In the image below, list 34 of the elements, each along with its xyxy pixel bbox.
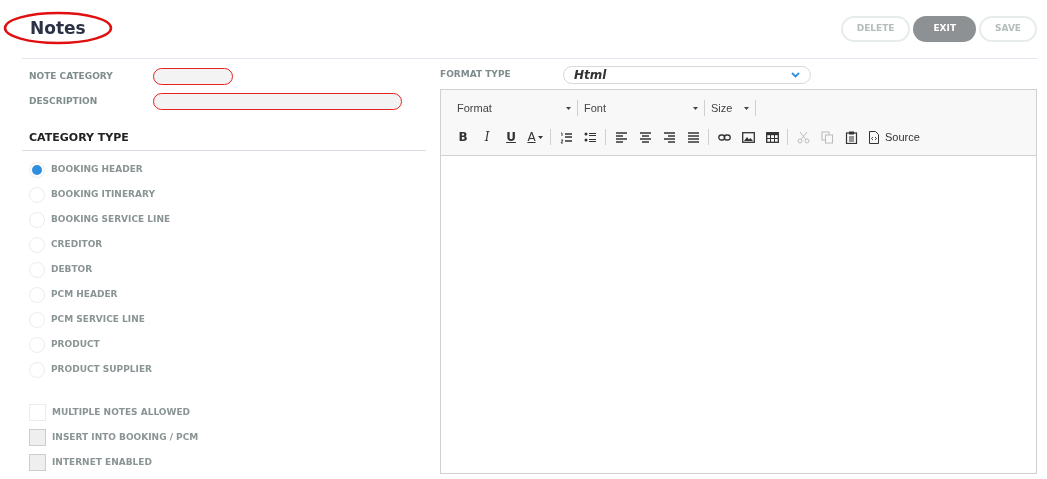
- option-label: CREDITOR: [51, 237, 103, 251]
- option-label: PCM HEADER: [51, 287, 118, 301]
- text-input[interactable]: [153, 68, 233, 85]
- italic-button[interactable]: I: [475, 127, 499, 147]
- page-title: Notes: [29, 17, 86, 41]
- option-label: BOOKING SERVICE LINE: [51, 212, 171, 226]
- field-label: FORMAT TYPE: [440, 68, 512, 82]
- chevron-down-icon: [791, 72, 800, 78]
- section-heading: CATEGORY TYPE: [29, 131, 129, 144]
- toolbar-dropdown[interactable]: Size: [705, 98, 755, 118]
- source-button[interactable]: Source: [863, 127, 925, 147]
- option-label: BOOKING ITINERARY: [51, 187, 155, 201]
- field-label: NOTE CATEGORY: [29, 69, 114, 83]
- option-label: PRODUCT SUPPLIER: [51, 362, 152, 376]
- toolbar-dropdown[interactable]: Format: [451, 98, 577, 118]
- radio-button[interactable]: [29, 161, 45, 178]
- toolbar-dropdown[interactable]: Font: [578, 98, 704, 118]
- caret-icon: [693, 106, 698, 110]
- option-label: PCM SERVICE LINE: [51, 312, 145, 326]
- option-label: DEBTOR: [51, 262, 93, 276]
- text-color-button[interactable]: A: [523, 127, 547, 147]
- text-input[interactable]: [153, 93, 402, 110]
- option-label: PRODUCT: [51, 337, 100, 351]
- bold-button[interactable]: B: [451, 127, 475, 147]
- checkbox-label: INSERT INTO BOOKING / PCM: [52, 430, 199, 444]
- option-label: BOOKING HEADER: [51, 162, 143, 176]
- caret-icon: [566, 106, 571, 110]
- caret-icon: [537, 135, 543, 139]
- caret-icon: [744, 106, 749, 110]
- checkbox-label: MULTIPLE NOTES ALLOWED: [52, 405, 190, 419]
- checkbox-label: INTERNET ENABLED: [52, 455, 152, 469]
- source-document-icon: [868, 130, 881, 144]
- underline-button[interactable]: U: [499, 127, 523, 147]
- field-label: DESCRIPTION: [29, 94, 99, 108]
